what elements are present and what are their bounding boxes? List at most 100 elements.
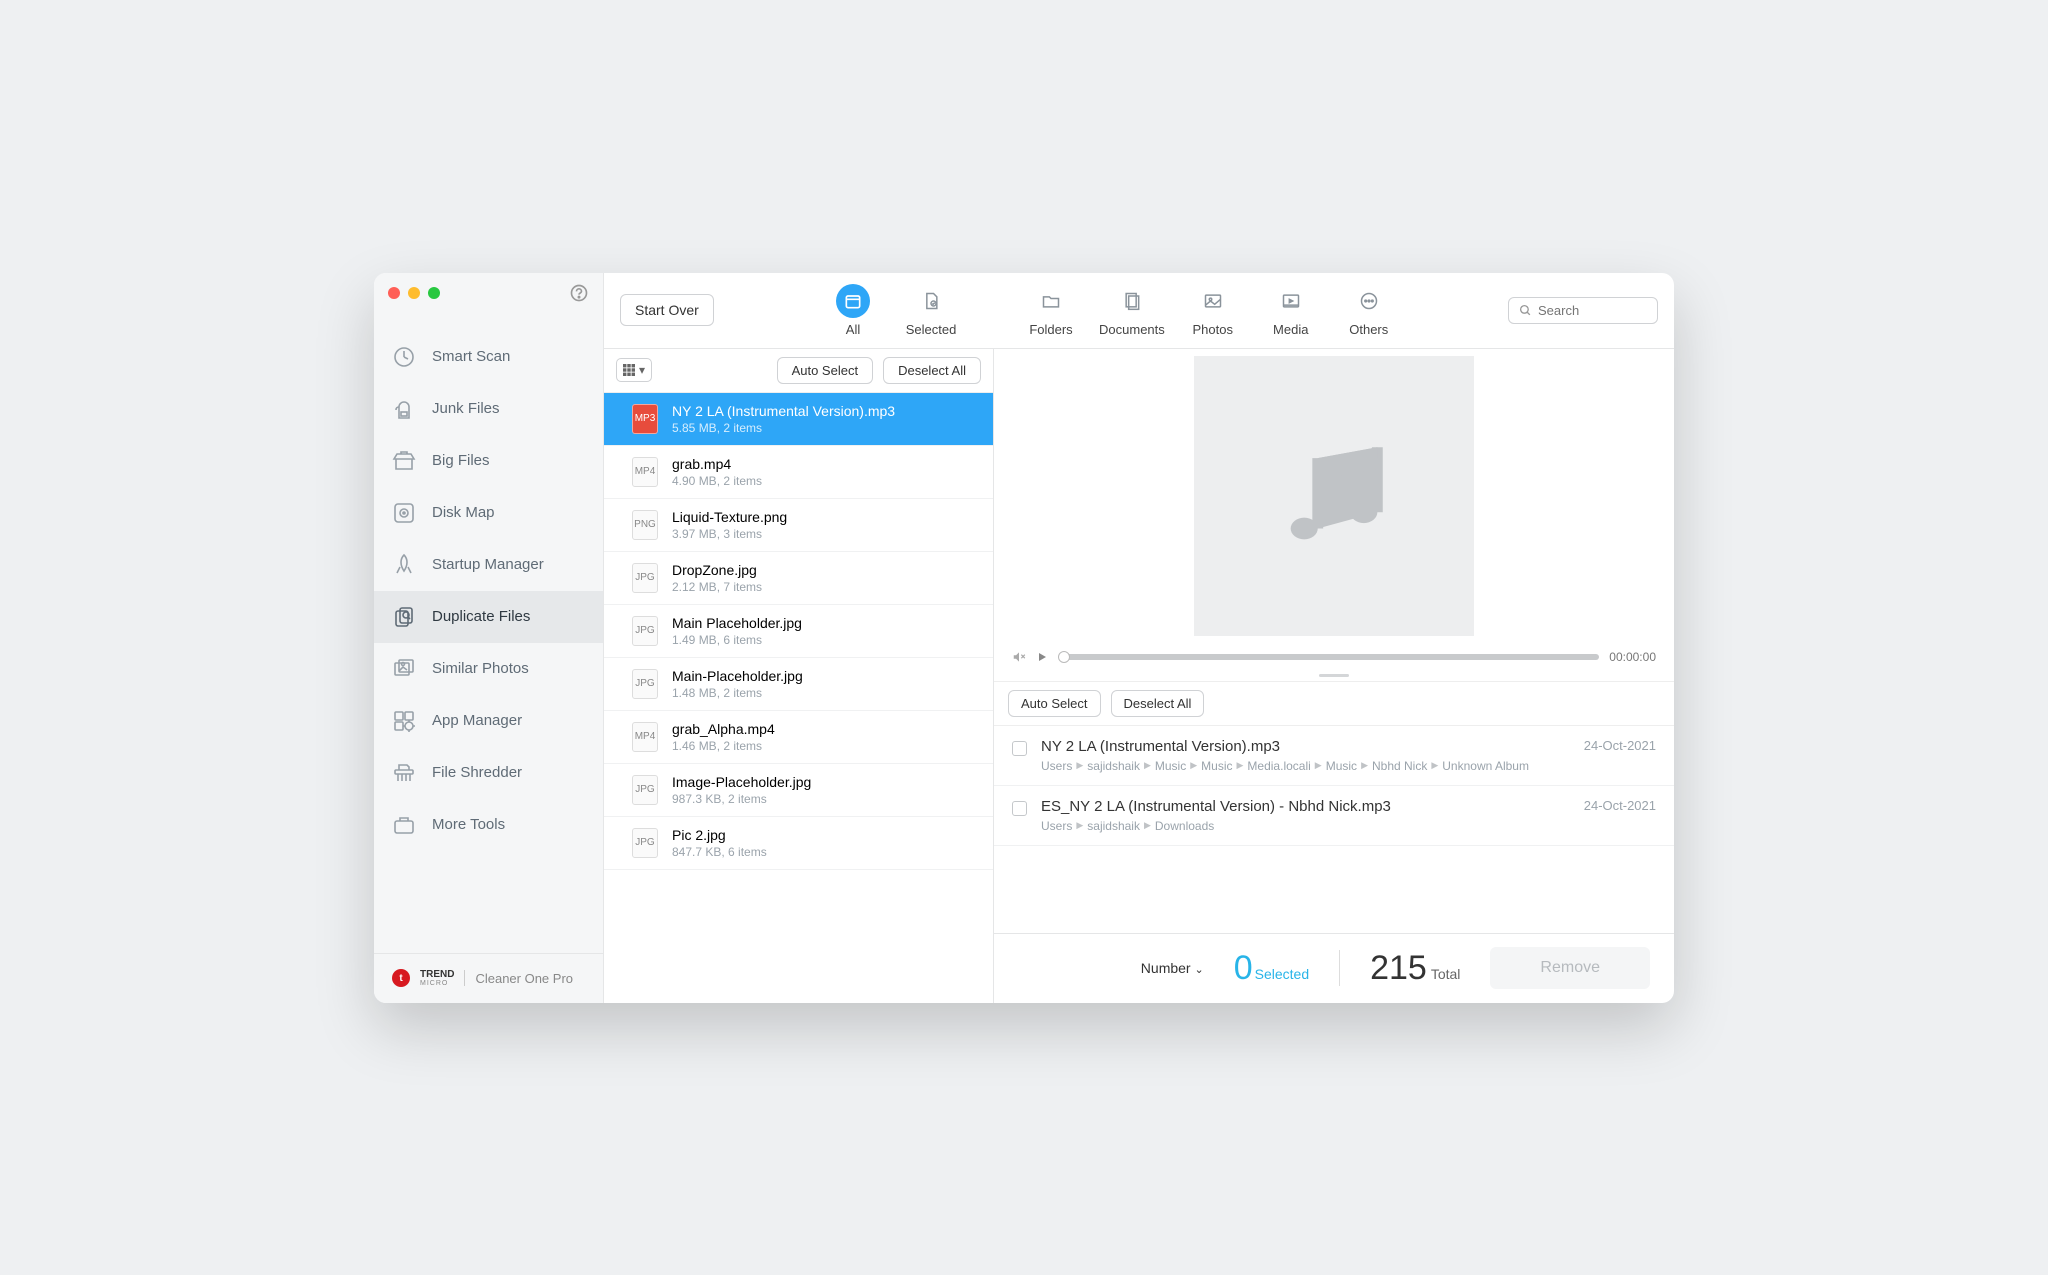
tab-media[interactable]: Media <box>1261 284 1321 337</box>
panel-resize-grip[interactable] <box>994 670 1674 681</box>
sidebar-item-startup-manager[interactable]: Startup Manager <box>374 539 603 591</box>
start-over-button[interactable]: Start Over <box>620 294 714 326</box>
search-field[interactable] <box>1508 297 1658 324</box>
sidebar: Smart Scan Junk Files Big Files Disk Map Sta… <box>374 273 604 1003</box>
disk-map-icon <box>392 501 416 525</box>
path-segment: Music <box>1155 759 1186 773</box>
brand-bar: t TREND MICRO Cleaner One Pro <box>374 953 603 1003</box>
path-segment: sajidshaik <box>1087 759 1140 773</box>
sidebar-item-label: Similar Photos <box>432 660 529 677</box>
file-group-row[interactable]: MP4grab_Alpha.mp41.46 MB, 2 items <box>604 711 993 764</box>
audio-player: 00:00:00 <box>994 644 1674 670</box>
tab-label: Selected <box>906 322 957 337</box>
media-tab-icon <box>1274 284 1308 318</box>
tab-photos[interactable]: Photos <box>1183 284 1243 337</box>
sidebar-item-label: Startup Manager <box>432 556 544 573</box>
smart-scan-icon <box>392 345 416 369</box>
folders-tab-icon <box>1034 284 1068 318</box>
select-checkbox[interactable] <box>1012 741 1027 756</box>
file-group-row[interactable]: PNGLiquid-Texture.png3.97 MB, 3 items <box>604 499 993 552</box>
sidebar-item-more-tools[interactable]: More Tools <box>374 799 603 851</box>
sidebar-item-label: Smart Scan <box>432 348 510 365</box>
sidebar-item-label: Junk Files <box>432 400 500 417</box>
tab-others[interactable]: Others <box>1339 284 1399 337</box>
file-type-icon: MP4 <box>632 457 658 487</box>
tab-all[interactable]: All <box>823 284 883 337</box>
chevron-right-icon: ▶ <box>1076 760 1083 771</box>
file-meta: 1.49 MB, 6 items <box>672 633 802 647</box>
deselect-all-button[interactable]: Deselect All <box>883 357 981 384</box>
file-list: MP3NY 2 LA (Instrumental Version).mp35.8… <box>604 393 993 1003</box>
player-thumb[interactable] <box>1058 651 1070 663</box>
sidebar-item-duplicate-files[interactable]: Duplicate Files <box>374 591 603 643</box>
sidebar-item-label: Disk Map <box>432 504 495 521</box>
path-segment: Unknown Album <box>1442 759 1529 773</box>
top-toolbar: Start Over All Selected Folders Documents Ph… <box>604 273 1674 349</box>
close-window-button[interactable] <box>388 287 400 299</box>
sidebar-item-smart-scan[interactable]: Smart Scan <box>374 331 603 383</box>
mute-icon[interactable] <box>1012 650 1026 664</box>
file-name: Pic 2.jpg <box>672 827 767 843</box>
file-type-icon: JPG <box>632 563 658 593</box>
sidebar-item-disk-map[interactable]: Disk Map <box>374 487 603 539</box>
chevron-right-icon: ▶ <box>1076 820 1083 831</box>
tab-label: Others <box>1349 322 1388 337</box>
file-type-icon: JPG <box>632 669 658 699</box>
chevron-down-icon: ⌄ <box>1194 964 1203 976</box>
view-mode-toggle[interactable]: ▾ <box>616 358 652 382</box>
tab-label: Documents <box>1099 322 1165 337</box>
sidebar-item-big-files[interactable]: Big Files <box>374 435 603 487</box>
file-group-row[interactable]: MP3NY 2 LA (Instrumental Version).mp35.8… <box>604 393 993 446</box>
tab-folders[interactable]: Folders <box>1021 284 1081 337</box>
select-checkbox[interactable] <box>1012 801 1027 816</box>
play-icon[interactable] <box>1036 651 1048 663</box>
brand-vendor: TREND MICRO <box>420 970 454 987</box>
maximize-window-button[interactable] <box>428 287 440 299</box>
remove-button[interactable]: Remove <box>1490 947 1650 989</box>
path-segment: Nbhd Nick <box>1372 759 1427 773</box>
file-group-row[interactable]: JPGMain-Placeholder.jpg1.48 MB, 2 items <box>604 658 993 711</box>
sidebar-item-similar-photos[interactable]: Similar Photos <box>374 643 603 695</box>
sidebar-item-label: Big Files <box>432 452 490 469</box>
minimize-window-button[interactable] <box>408 287 420 299</box>
auto-select-button[interactable]: Auto Select <box>777 357 874 384</box>
startup-icon <box>392 553 416 577</box>
search-icon <box>1519 304 1532 317</box>
file-group-row[interactable]: JPGPic 2.jpg847.7 KB, 6 items <box>604 817 993 870</box>
sidebar-item-app-manager[interactable]: App Manager <box>374 695 603 747</box>
dup-deselect-all-button[interactable]: Deselect All <box>1111 690 1205 717</box>
support-icon[interactable] <box>569 283 589 303</box>
file-type-icon: JPG <box>632 828 658 858</box>
sort-dropdown[interactable]: Number ⌄ <box>1141 960 1204 976</box>
file-type-icon: MP4 <box>632 722 658 752</box>
file-meta: 987.3 KB, 2 items <box>672 792 811 806</box>
sidebar-item-junk-files[interactable]: Junk Files <box>374 383 603 435</box>
file-group-row[interactable]: JPGMain Placeholder.jpg1.49 MB, 6 items <box>604 605 993 658</box>
path-segment: Users <box>1041 759 1072 773</box>
file-meta: 1.46 MB, 2 items <box>672 739 775 753</box>
file-meta: 5.85 MB, 2 items <box>672 421 895 435</box>
similar-photos-icon <box>392 657 416 681</box>
file-group-row[interactable]: MP4grab.mp44.90 MB, 2 items <box>604 446 993 499</box>
app-window: Smart Scan Junk Files Big Files Disk Map Sta… <box>374 273 1674 1003</box>
selected-tab-icon <box>914 284 948 318</box>
search-input[interactable] <box>1538 303 1647 318</box>
chevron-right-icon: ▶ <box>1237 760 1244 771</box>
path-segment: Music <box>1201 759 1232 773</box>
player-seek-track[interactable] <box>1058 654 1599 660</box>
more-tools-icon <box>392 813 416 837</box>
file-meta: 2.12 MB, 7 items <box>672 580 762 594</box>
all-tab-icon <box>836 284 870 318</box>
documents-tab-icon <box>1115 284 1149 318</box>
player-time: 00:00:00 <box>1609 650 1656 664</box>
tab-label: All <box>846 322 860 337</box>
sidebar-item-file-shredder[interactable]: File Shredder <box>374 747 603 799</box>
sidebar-item-label: App Manager <box>432 712 522 729</box>
file-group-row[interactable]: JPGDropZone.jpg2.12 MB, 7 items <box>604 552 993 605</box>
dup-auto-select-button[interactable]: Auto Select <box>1008 690 1101 717</box>
duplicate-file-name: NY 2 LA (Instrumental Version).mp3 <box>1041 738 1570 755</box>
tab-documents[interactable]: Documents <box>1099 284 1165 337</box>
tab-selected[interactable]: Selected <box>901 284 961 337</box>
preview-placeholder <box>1194 356 1474 636</box>
file-group-row[interactable]: JPGImage-Placeholder.jpg987.3 KB, 2 item… <box>604 764 993 817</box>
